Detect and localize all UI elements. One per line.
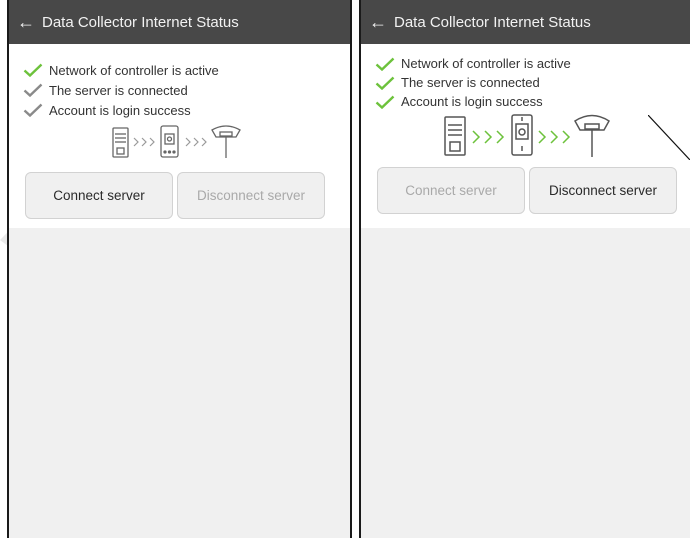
title-bar: ← Data Collector Internet Status bbox=[361, 0, 690, 44]
gnss-receiver-icon bbox=[574, 114, 610, 157]
chevron-right-icon bbox=[185, 137, 207, 147]
status-label: Account is login success bbox=[401, 94, 543, 109]
controller-icon bbox=[160, 125, 179, 158]
check-icon bbox=[23, 83, 43, 97]
status-server: The server is connected bbox=[23, 80, 350, 100]
check-icon bbox=[23, 63, 43, 77]
status-label: Network of controller is active bbox=[49, 62, 219, 78]
status-network: Network of controller is active bbox=[23, 60, 350, 80]
status-label: Network of controller is active bbox=[401, 56, 571, 71]
status-network: Network of controller is active bbox=[375, 54, 690, 73]
status-account: Account is login success bbox=[375, 92, 690, 111]
status-list: Network of controller is active The serv… bbox=[9, 44, 350, 120]
status-server: The server is connected bbox=[375, 73, 690, 92]
status-label: Account is login success bbox=[49, 102, 191, 118]
server-icon bbox=[444, 116, 466, 156]
empty-content-area bbox=[9, 228, 350, 538]
left-phone-screen: ← Data Collector Internet Status Network… bbox=[7, 0, 352, 538]
status-label: The server is connected bbox=[401, 75, 540, 90]
controller-icon bbox=[511, 114, 533, 156]
status-list: Network of controller is active The serv… bbox=[361, 44, 690, 111]
back-arrow-icon[interactable]: ← bbox=[369, 13, 387, 31]
right-phone-screen: ← Data Collector Internet Status Network… bbox=[359, 0, 690, 538]
chevron-right-icon bbox=[133, 137, 155, 147]
page-title: Data Collector Internet Status bbox=[394, 13, 591, 31]
back-arrow-icon[interactable]: ← bbox=[17, 13, 35, 31]
chevron-right-icon bbox=[472, 130, 505, 144]
button-row: Connect server Disconnect server bbox=[361, 167, 690, 214]
button-row: Connect server Disconnect server bbox=[9, 172, 350, 219]
title-bar: ← Data Collector Internet Status bbox=[9, 0, 350, 44]
check-icon bbox=[375, 57, 395, 71]
disconnect-server-button[interactable]: Disconnect server bbox=[177, 172, 325, 219]
connection-diagram bbox=[9, 120, 350, 168]
connect-server-button[interactable]: Connect server bbox=[377, 167, 525, 214]
status-label: The server is connected bbox=[49, 82, 188, 98]
server-icon bbox=[112, 127, 129, 158]
status-account: Account is login success bbox=[23, 100, 350, 120]
check-icon bbox=[375, 76, 395, 90]
check-icon bbox=[23, 103, 43, 117]
empty-content-area bbox=[361, 228, 690, 538]
gnss-receiver-icon bbox=[211, 125, 241, 158]
disconnect-server-button[interactable]: Disconnect server bbox=[529, 167, 677, 214]
chevron-right-icon bbox=[538, 130, 571, 144]
connect-server-button[interactable]: Connect server bbox=[25, 172, 173, 219]
page-title: Data Collector Internet Status bbox=[42, 13, 239, 31]
connection-diagram bbox=[361, 111, 690, 167]
check-icon bbox=[375, 95, 395, 109]
